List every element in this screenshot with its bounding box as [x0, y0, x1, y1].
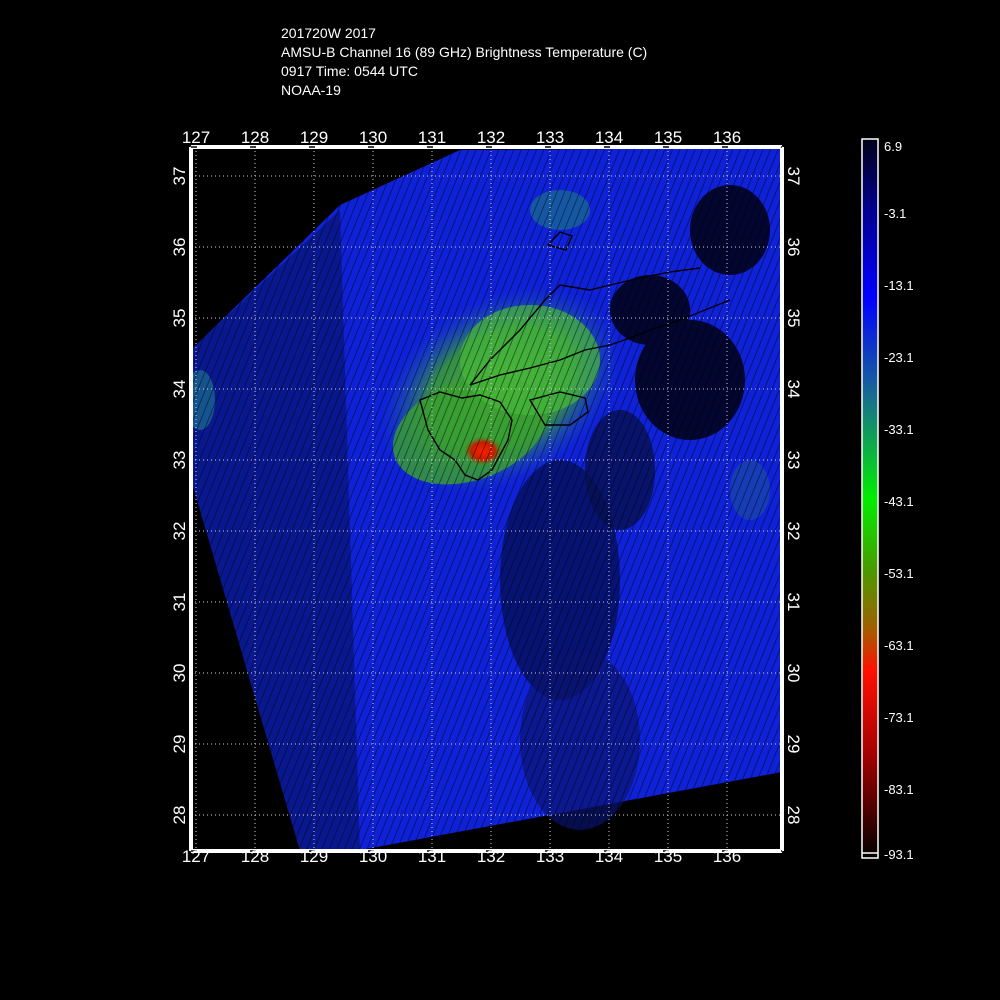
lat-label: 34	[784, 380, 803, 399]
lat-label: 29	[170, 735, 189, 754]
swath-imagery	[191, 147, 782, 851]
lon-label: 131	[418, 128, 446, 147]
lon-labels-top: 127 128 129 130 131 132 133 134 135 136	[182, 128, 741, 147]
colorbar-label: -53.1	[884, 566, 914, 581]
lat-label: 34	[170, 380, 189, 399]
lat-labels-right: 37 36 35 34 33 32 31 30 29 28	[784, 167, 803, 825]
lon-label: 128	[241, 128, 269, 147]
lon-label: 135	[654, 847, 682, 866]
lon-label: 134	[595, 128, 623, 147]
lat-label: 32	[784, 522, 803, 541]
lon-label: 136	[713, 847, 741, 866]
colorbar-label: -43.1	[884, 494, 914, 509]
colorbar: 6.9 -3.1 -13.1 -23.1 -33.1 -43.1 -53.1 -…	[861, 138, 914, 862]
colorbar-label: -23.1	[884, 350, 914, 365]
lat-label: 32	[170, 522, 189, 541]
colorbar-gradient	[861, 138, 879, 859]
lon-label: 127	[182, 847, 210, 866]
lat-label: 29	[784, 735, 803, 754]
lat-label: 37	[170, 167, 189, 186]
lon-label: 131	[418, 847, 446, 866]
map-figure: 127 128 129 130 131 132 133 134 135 136 …	[170, 128, 914, 866]
scan-lines	[191, 147, 782, 851]
colorbar-label: -63.1	[884, 638, 914, 653]
lon-label: 132	[477, 847, 505, 866]
lon-label: 135	[654, 128, 682, 147]
lon-label: 129	[300, 847, 328, 866]
lon-label: 130	[359, 847, 387, 866]
lat-labels-left: 37 36 35 34 33 32 31 30 29 28	[170, 167, 189, 825]
lat-label: 36	[784, 238, 803, 257]
lat-label: 35	[784, 309, 803, 328]
lat-label: 36	[170, 238, 189, 257]
lat-label: 28	[784, 806, 803, 825]
lat-label: 30	[170, 664, 189, 683]
lat-label: 35	[170, 309, 189, 328]
colorbar-label: -83.1	[884, 782, 914, 797]
colorbar-label: -73.1	[884, 710, 914, 725]
lon-label: 133	[536, 847, 564, 866]
colorbar-label: 6.9	[884, 139, 902, 154]
colorbar-label: -33.1	[884, 422, 914, 437]
lat-label: 37	[784, 167, 803, 186]
colorbar-label: -3.1	[884, 206, 906, 221]
lat-label: 30	[784, 664, 803, 683]
lon-label: 129	[300, 128, 328, 147]
lon-label: 132	[477, 128, 505, 147]
lat-label: 28	[170, 806, 189, 825]
lon-label: 133	[536, 128, 564, 147]
lat-label: 33	[784, 451, 803, 470]
lon-label: 128	[241, 847, 269, 866]
lat-label: 33	[170, 451, 189, 470]
colorbar-label: -93.1	[884, 847, 914, 862]
lon-label: 134	[595, 847, 623, 866]
colorbar-label: -13.1	[884, 278, 914, 293]
lat-label: 31	[784, 593, 803, 612]
lat-label: 31	[170, 593, 189, 612]
lon-label: 130	[359, 128, 387, 147]
lon-label: 127	[182, 128, 210, 147]
lon-label: 136	[713, 128, 741, 147]
